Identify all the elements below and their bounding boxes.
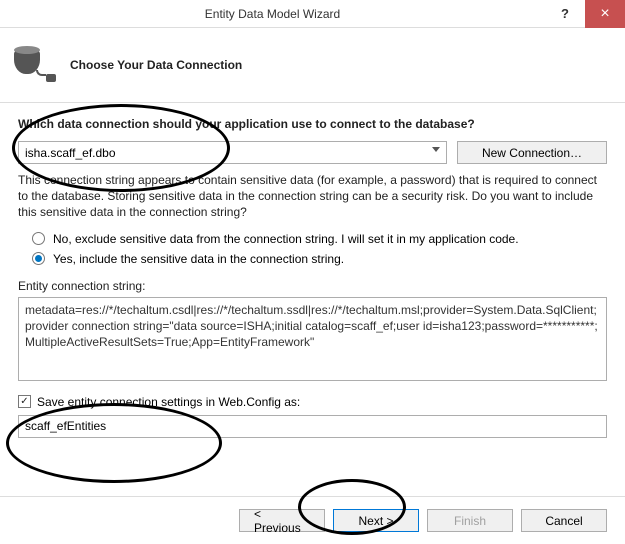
connection-dropdown-value: isha.scaff_ef.dbo: [25, 146, 116, 160]
titlebar: Entity Data Model Wizard ? ×: [0, 0, 625, 28]
conn-string-label: Entity connection string:: [18, 279, 607, 293]
save-settings-input[interactable]: scaff_efEntities: [18, 415, 607, 438]
radio-exclude[interactable]: [32, 232, 45, 245]
radio-include-label: Yes, include the sensitive data in the c…: [53, 252, 344, 266]
wizard-header: Choose Your Data Connection: [0, 28, 625, 103]
step-heading: Choose Your Data Connection: [70, 58, 242, 72]
new-connection-button[interactable]: New Connection…: [457, 141, 607, 164]
radio-include[interactable]: [32, 252, 45, 265]
close-button[interactable]: ×: [585, 0, 625, 28]
help-button[interactable]: ?: [545, 0, 585, 28]
sensitive-data-info: This connection string appears to contai…: [18, 172, 607, 221]
connection-dropdown[interactable]: isha.scaff_ef.dbo: [18, 141, 447, 164]
radio-include-row[interactable]: Yes, include the sensitive data in the c…: [18, 249, 607, 269]
wizard-footer: < Previous Next > Finish Cancel: [0, 496, 625, 544]
save-settings-checkbox[interactable]: ✓: [18, 395, 31, 408]
window-title: Entity Data Model Wizard: [0, 7, 545, 21]
save-settings-value: scaff_efEntities: [25, 419, 106, 433]
conn-string-textbox[interactable]: metadata=res://*/techaltum.csdl|res://*/…: [18, 297, 607, 381]
connection-row: isha.scaff_ef.dbo New Connection…: [18, 141, 607, 164]
connection-question: Which data connection should your applic…: [18, 117, 607, 131]
finish-button: Finish: [427, 509, 513, 532]
radio-exclude-label: No, exclude sensitive data from the conn…: [53, 232, 519, 246]
chevron-down-icon: [432, 147, 440, 152]
save-settings-label: Save entity connection settings in Web.C…: [37, 395, 300, 409]
sensitive-radio-group: No, exclude sensitive data from the conn…: [18, 229, 607, 269]
wizard-content: Which data connection should your applic…: [0, 103, 625, 446]
next-button[interactable]: Next >: [333, 509, 419, 532]
cancel-button[interactable]: Cancel: [521, 509, 607, 532]
database-plug-icon: [14, 46, 52, 84]
previous-button[interactable]: < Previous: [239, 509, 325, 532]
save-settings-row[interactable]: ✓ Save entity connection settings in Web…: [18, 395, 607, 409]
radio-exclude-row[interactable]: No, exclude sensitive data from the conn…: [18, 229, 607, 249]
